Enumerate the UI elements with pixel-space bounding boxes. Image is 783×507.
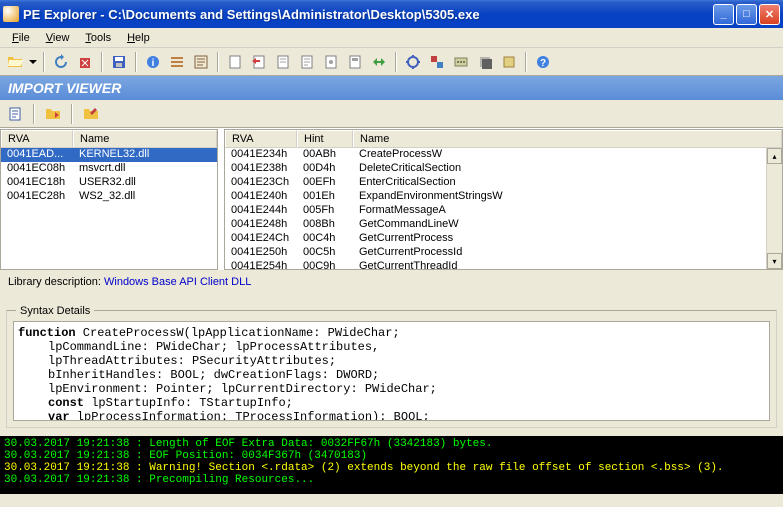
sub-edit-button[interactable] (80, 103, 102, 125)
syntax-label: Syntax Details (16, 305, 94, 317)
console-line: 30.03.2017 19:21:38 : Precompiling Resou… (4, 474, 779, 486)
main-toolbar: i ? (0, 48, 783, 76)
function-list-pane: RVA Hint Name 0041E234h00ABhCreateProces… (224, 129, 783, 270)
list-button[interactable] (166, 51, 188, 73)
table-row[interactable]: 0041EC18hUSER32.dll (1, 176, 217, 190)
refresh-button[interactable] (50, 51, 72, 73)
page-button[interactable] (224, 51, 246, 73)
sub-doc-button[interactable] (4, 103, 26, 125)
console-line: 30.03.2017 19:21:38 : Length of EOF Extr… (4, 438, 779, 450)
console-line-warning: 30.03.2017 19:21:38 : Warning! Section <… (4, 462, 779, 474)
col-name[interactable]: Name (73, 130, 217, 147)
syntax-content[interactable]: function CreateProcessW(lpApplicationNam… (13, 321, 770, 421)
dll-list-pane: RVA Name 0041EAD...KERNEL32.dll0041EC08h… (0, 129, 218, 270)
titlebar[interactable]: PE Explorer - C:\Documents and Settings\… (0, 0, 783, 28)
tool4-button[interactable] (474, 51, 496, 73)
function-grid-body[interactable]: 0041E234h00ABhCreateProcessW0041E238h00D… (225, 148, 766, 269)
table-row[interactable]: 0041E254h00C9hGetCurrentThreadId (225, 260, 766, 269)
menu-help[interactable]: Help (119, 30, 158, 46)
lib-desc-label: Library description: (8, 276, 101, 288)
menu-file[interactable]: File (4, 30, 38, 46)
tool2-button[interactable] (426, 51, 448, 73)
close-button[interactable]: ✕ (759, 4, 780, 25)
tool3-button[interactable] (450, 51, 472, 73)
table-row[interactable]: 0041E238h00D4hDeleteCriticalSection (225, 162, 766, 176)
table-row[interactable]: 0041E23Ch00EFhEnterCriticalSection (225, 176, 766, 190)
sub-folder-button[interactable] (42, 103, 64, 125)
library-description: Library description: Windows Base API Cl… (0, 270, 783, 294)
maximize-button[interactable]: □ (736, 4, 757, 25)
text-button[interactable] (190, 51, 212, 73)
menu-tools[interactable]: Tools (77, 30, 119, 46)
panes: RVA Name 0041EAD...KERNEL32.dll0041EC08h… (0, 128, 783, 270)
svg-text:?: ? (540, 58, 546, 69)
menubar: File View Tools Help (0, 28, 783, 48)
syntax-details-box: Syntax Details function CreateProcessW(l… (6, 298, 777, 428)
table-row[interactable]: 0041E240h001EhExpandEnvironmentStringsW (225, 190, 766, 204)
info-button[interactable]: i (142, 51, 164, 73)
table-row[interactable]: 0041EC08hmsvcrt.dll (1, 162, 217, 176)
console-line: 30.03.2017 19:21:38 : EOF Position: 0034… (4, 450, 779, 462)
col-rva[interactable]: RVA (1, 130, 73, 147)
dropdown-icon[interactable] (28, 51, 38, 73)
save-button[interactable] (108, 51, 130, 73)
import-button[interactable] (248, 51, 270, 73)
page3-button[interactable] (296, 51, 318, 73)
nav-button[interactable] (368, 51, 390, 73)
table-row[interactable]: 0041E234h00ABhCreateProcessW (225, 148, 766, 162)
table-row[interactable]: 0041EAD...KERNEL32.dll (1, 148, 217, 162)
help-button[interactable]: ? (532, 51, 554, 73)
col-rva2[interactable]: RVA (225, 130, 297, 147)
open-button[interactable] (4, 51, 26, 73)
minimize-button[interactable]: _ (713, 4, 734, 25)
table-row[interactable]: 0041E244h005FhFormatMessageA (225, 204, 766, 218)
tool1-button[interactable] (402, 51, 424, 73)
table-row[interactable]: 0041E248h008BhGetCommandLineW (225, 218, 766, 232)
scroll-up-icon[interactable]: ▴ (767, 148, 782, 164)
section-header: IMPORT VIEWER (0, 76, 783, 100)
table-row[interactable]: 0041E250h00C5hGetCurrentProcessId (225, 246, 766, 260)
tool5-button[interactable] (498, 51, 520, 73)
lib-desc-link[interactable]: Windows Base API Client DLL (104, 276, 251, 288)
delete-button[interactable] (74, 51, 96, 73)
page5-button[interactable] (344, 51, 366, 73)
menu-view[interactable]: View (38, 30, 78, 46)
svg-text:i: i (152, 58, 155, 69)
table-row[interactable]: 0041E24Ch00C4hGetCurrentProcess (225, 232, 766, 246)
page4-button[interactable] (320, 51, 342, 73)
table-row[interactable]: 0041EC28hWS2_32.dll (1, 190, 217, 204)
app-icon (3, 6, 19, 22)
col-name2[interactable]: Name (353, 130, 782, 147)
sub-toolbar (0, 100, 783, 128)
dll-grid-body[interactable]: 0041EAD...KERNEL32.dll0041EC08hmsvcrt.dl… (1, 148, 217, 269)
console-output: 30.03.2017 19:21:38 : Length of EOF Extr… (0, 436, 783, 494)
export-button[interactable] (272, 51, 294, 73)
window-title: PE Explorer - C:\Documents and Settings\… (23, 7, 713, 22)
scrollbar[interactable]: ▴ ▾ (766, 148, 782, 269)
col-hint[interactable]: Hint (297, 130, 353, 147)
scroll-down-icon[interactable]: ▾ (767, 253, 782, 269)
